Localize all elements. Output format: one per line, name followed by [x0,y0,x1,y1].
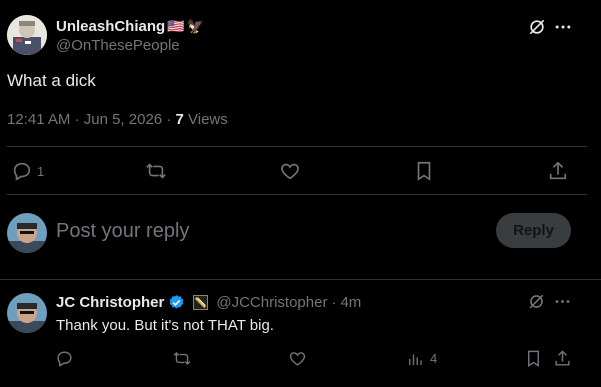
divider [0,279,601,280]
reply-author-avatar[interactable] [7,293,47,333]
divider [7,146,587,147]
share-icon[interactable] [547,160,569,182]
reply-count: 1 [37,163,45,179]
reply-text: Thank you. But it's not THAT big. [56,317,274,334]
author-avatar[interactable] [7,15,47,55]
reply-header: JC Christopher @JCChristopher · 4m [56,292,361,312]
meta-separator: · [331,293,337,311]
like-icon[interactable] [279,160,301,182]
tweet-date[interactable]: Jun 5, 2026 [84,111,162,128]
author-name[interactable]: UnleashChiang [56,18,165,35]
current-user-avatar[interactable] [7,213,47,253]
reply-time[interactable]: 4m [340,294,361,311]
more-options-icon[interactable] [553,292,572,311]
reply-action[interactable]: 1 [11,159,44,183]
reply-input[interactable] [56,217,456,245]
grok-icon[interactable] [527,292,546,311]
eagle-emoji: 🦅 [186,18,205,34]
meta-separator: · [74,111,84,128]
bookmark-icon[interactable] [413,160,435,182]
reply-icon[interactable] [55,349,74,368]
reply-icon [11,160,33,182]
reply-views-count: 4 [430,351,438,366]
views-action[interactable]: 4 [406,349,437,368]
flag-emoji: 🇺🇸 [167,18,185,34]
repost-icon[interactable] [172,349,192,368]
tweet-meta: 12:41 AM · Jun 5, 2026 · 7 Views [7,111,228,128]
views-label: Views [188,111,228,128]
tweet-time[interactable]: 12:41 AM [7,111,70,128]
reply-button[interactable]: Reply [496,213,571,248]
grok-icon[interactable] [527,17,547,37]
views-count: 7 [175,111,184,128]
more-options-icon[interactable] [553,17,573,37]
reply-author-handle[interactable]: @JCChristopher [216,294,327,311]
divider [7,194,587,195]
like-icon[interactable] [288,349,307,368]
bookmark-icon[interactable] [524,349,543,368]
tweet-text: What a dick [7,71,96,90]
author-handle[interactable]: @OnThesePeople [56,37,180,54]
affiliate-badge-icon [193,294,209,310]
views-icon [406,350,424,368]
share-icon[interactable] [553,349,572,368]
verified-badge-icon [168,294,185,311]
repost-icon[interactable] [144,160,168,182]
reply-author-name[interactable]: JC Christopher [56,294,164,311]
reply-button-label: Reply [513,222,554,239]
